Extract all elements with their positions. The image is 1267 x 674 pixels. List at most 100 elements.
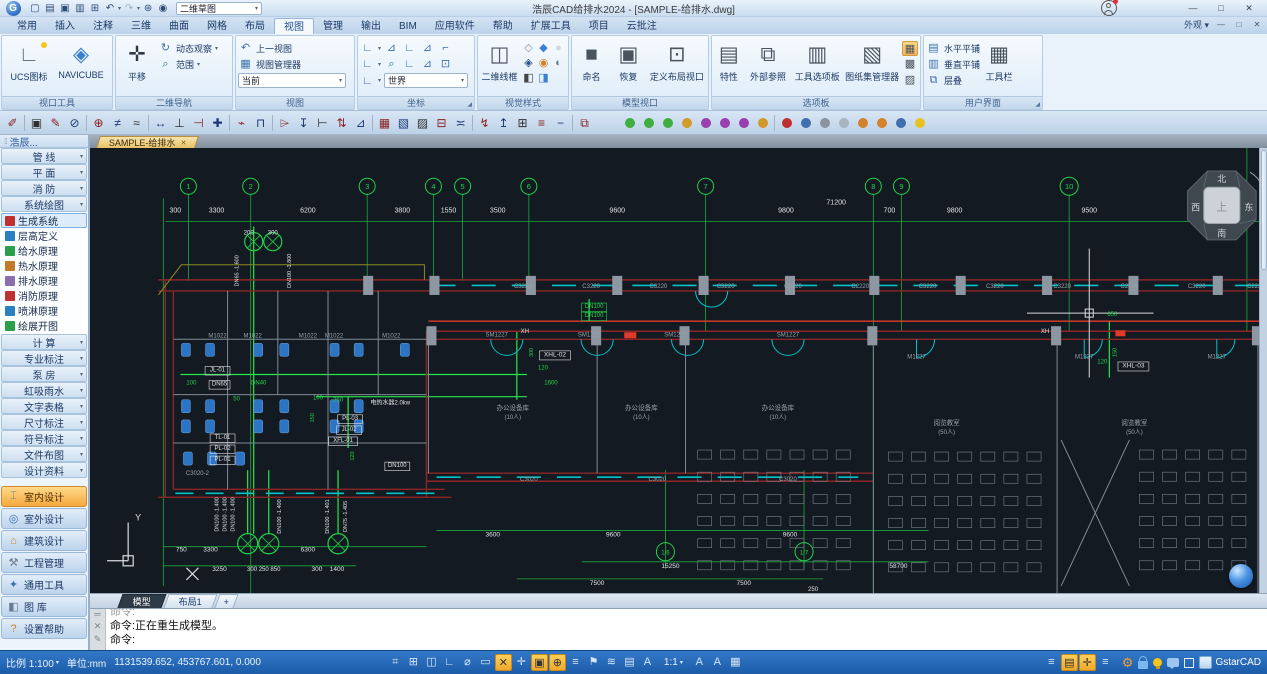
toolbar-icon[interactable]: ⊥ bbox=[170, 113, 189, 132]
layer-tool-icon[interactable] bbox=[734, 113, 753, 132]
status-toggle[interactable]: ≡ bbox=[1097, 654, 1114, 671]
layer-tool-icon[interactable] bbox=[677, 113, 696, 132]
palette-category[interactable]: 文字表格▾ bbox=[1, 398, 87, 414]
status-toggle[interactable]: ∟ bbox=[441, 654, 458, 671]
sheet-set-manager-button[interactable]: ▧ 图纸集管理器 bbox=[844, 38, 900, 83]
layer-tool-icon[interactable] bbox=[815, 113, 834, 132]
layer-tool-icon[interactable] bbox=[853, 113, 872, 132]
status-toggle[interactable]: ✕ bbox=[495, 654, 512, 671]
palette-category[interactable]: 管 线▾ bbox=[1, 148, 87, 164]
gear-icon[interactable]: ⚙ bbox=[1122, 655, 1134, 671]
palette-category[interactable]: 泵 房▾ bbox=[1, 366, 87, 382]
dialog-launcher-icon[interactable]: ◢ bbox=[467, 99, 472, 111]
status-toggle[interactable]: ▤ bbox=[1061, 654, 1078, 671]
style-icon[interactable]: ◐ bbox=[551, 56, 566, 71]
status-toggle[interactable]: ▤ bbox=[621, 654, 638, 671]
status-toggle[interactable]: ⚑ bbox=[585, 654, 602, 671]
annotation-scale-control[interactable]: 1:1▾ bbox=[664, 657, 683, 668]
ribbon-tab-视图[interactable]: 视图 bbox=[274, 18, 314, 34]
palette-command[interactable]: 消防原理 bbox=[1, 288, 87, 303]
toolbar-icon[interactable]: ⧉ bbox=[575, 113, 594, 132]
layer-tool-icon[interactable] bbox=[620, 113, 639, 132]
add-layout-button[interactable]: + bbox=[214, 594, 238, 608]
status-toggle[interactable]: ▦ bbox=[727, 654, 744, 671]
toolbar-icon[interactable]: ≡ bbox=[532, 113, 551, 132]
ucs-tool-icon[interactable]: ∟ bbox=[402, 57, 417, 71]
status-toggle[interactable]: ⊕ bbox=[549, 654, 566, 671]
previous-view-button[interactable]: ↶上一视图 bbox=[238, 41, 352, 55]
toolbar-icon[interactable]: ✚ bbox=[208, 113, 227, 132]
cad-drawing[interactable]: 北西东南上 123456789101/61/7 3003300620038001… bbox=[90, 148, 1267, 593]
module-图库[interactable]: ◧图 库 bbox=[1, 596, 87, 617]
status-toggle[interactable]: ≡ bbox=[567, 654, 584, 671]
refresh-icon[interactable]: ⊛ bbox=[141, 3, 155, 14]
palette-category[interactable]: 符号标注▾ bbox=[1, 430, 87, 446]
status-toggle[interactable]: ▭ bbox=[477, 654, 494, 671]
appearance-menu[interactable]: 外观 ▾ bbox=[1184, 18, 1209, 31]
ucs-tool-icon[interactable]: ∟ bbox=[360, 74, 375, 88]
toolbar-icon[interactable]: ⊿ bbox=[351, 113, 370, 132]
toolbar-icon[interactable]: ▦ bbox=[375, 113, 394, 132]
palette-category[interactable]: 平 面▾ bbox=[1, 164, 87, 180]
scale-control[interactable]: 比例 1:100▾ bbox=[6, 655, 59, 670]
toolbar-icon[interactable]: ⊓ bbox=[251, 113, 270, 132]
palette-command[interactable]: 热水原理 bbox=[1, 258, 87, 273]
palette-command[interactable]: 喷淋原理 bbox=[1, 303, 87, 318]
status-toggle[interactable]: ⊞ bbox=[405, 654, 422, 671]
status-toggle[interactable]: ⌀ bbox=[459, 654, 476, 671]
toolbar-icon[interactable]: ✐ bbox=[3, 113, 22, 132]
status-toggle[interactable]: A bbox=[639, 654, 656, 671]
palette-command[interactable]: 绘展开图 bbox=[1, 318, 87, 333]
restore-button[interactable]: □ bbox=[1207, 0, 1235, 16]
ribbon-tab-插入[interactable]: 插入 bbox=[46, 18, 84, 34]
ribbon-tab-应用软件[interactable]: 应用软件 bbox=[426, 18, 484, 34]
save-icon[interactable]: ▣ bbox=[58, 3, 72, 14]
layer-tool-icon[interactable] bbox=[910, 113, 929, 132]
toolbar-icon[interactable]: ▣ bbox=[27, 113, 46, 132]
style-icon[interactable]: ◧ bbox=[521, 71, 536, 86]
ribbon-tab-曲面[interactable]: 曲面 bbox=[160, 18, 198, 34]
module-建筑设计[interactable]: ⌂建筑设计 bbox=[1, 530, 87, 551]
module-设置帮助[interactable]: ?设置帮助 bbox=[1, 618, 87, 639]
layer-tool-icon[interactable] bbox=[891, 113, 910, 132]
ribbon-tab-扩展工具[interactable]: 扩展工具 bbox=[522, 18, 580, 34]
toolbar-icon[interactable]: ↥ bbox=[494, 113, 513, 132]
status-toggle[interactable]: ◫ bbox=[423, 654, 440, 671]
status-toggle[interactable]: ✛ bbox=[513, 654, 530, 671]
ucs-tool-icon[interactable]: ⊿ bbox=[420, 57, 435, 71]
command-input[interactable]: 命令: bbox=[110, 633, 1267, 647]
bulb-icon[interactable] bbox=[1153, 658, 1162, 667]
ribbon-tab-网格[interactable]: 网格 bbox=[198, 18, 236, 34]
toolbar-icon[interactable]: ✎ bbox=[46, 113, 65, 132]
palette-category[interactable]: 文件布图▾ bbox=[1, 446, 87, 462]
palette-header[interactable]: ⁞⁞浩辰... bbox=[0, 135, 88, 148]
ucs-tool-icon[interactable]: ⊿ bbox=[420, 41, 435, 55]
palette-command[interactable]: 层高定义 bbox=[1, 228, 87, 243]
quick-calc-icon[interactable]: ▦ bbox=[902, 41, 918, 56]
named-viewports-button[interactable]: ■ 命名 bbox=[574, 38, 609, 83]
ucs-tool-icon[interactable]: ⌐ bbox=[438, 41, 453, 55]
xref-button[interactable]: ⧉ 外部参照 bbox=[746, 38, 791, 83]
toolbar-icon[interactable]: ⊢ bbox=[313, 113, 332, 132]
view-manager-button[interactable]: ▦视图管理器 bbox=[238, 57, 352, 71]
redo-icon[interactable]: ↷ bbox=[122, 3, 136, 14]
open-icon[interactable]: ▤ bbox=[43, 3, 57, 14]
close-button[interactable]: ✕ bbox=[1235, 0, 1263, 16]
toolbar-icon[interactable]: − bbox=[551, 113, 570, 132]
toolbar-icon[interactable]: ↯ bbox=[475, 113, 494, 132]
toolbar-icon[interactable]: ↧ bbox=[294, 113, 313, 132]
style-icon[interactable]: ◈ bbox=[521, 56, 536, 71]
palette-category[interactable]: 专业标注▾ bbox=[1, 350, 87, 366]
workspace-select[interactable]: 二维草图 ▾ bbox=[176, 2, 262, 15]
chat-icon[interactable] bbox=[1167, 658, 1179, 667]
document-tab[interactable]: SAMPLE-给排水 ✕ bbox=[96, 136, 199, 148]
ribbon-tab-项目[interactable]: 项目 bbox=[580, 18, 618, 34]
view-select[interactable]: 当前▾ bbox=[238, 73, 346, 88]
navicube-button[interactable]: ◈ NAVICUBE bbox=[56, 38, 106, 80]
palette-category[interactable]: 设计资料▾ bbox=[1, 462, 87, 478]
vertical-scrollbar[interactable] bbox=[1259, 148, 1267, 593]
style-icon[interactable]: ◆ bbox=[536, 41, 551, 56]
toolbar-icon[interactable]: ⊘ bbox=[65, 113, 84, 132]
layer-tool-icon[interactable] bbox=[777, 113, 796, 132]
toolbar-icon[interactable]: ≍ bbox=[451, 113, 470, 132]
